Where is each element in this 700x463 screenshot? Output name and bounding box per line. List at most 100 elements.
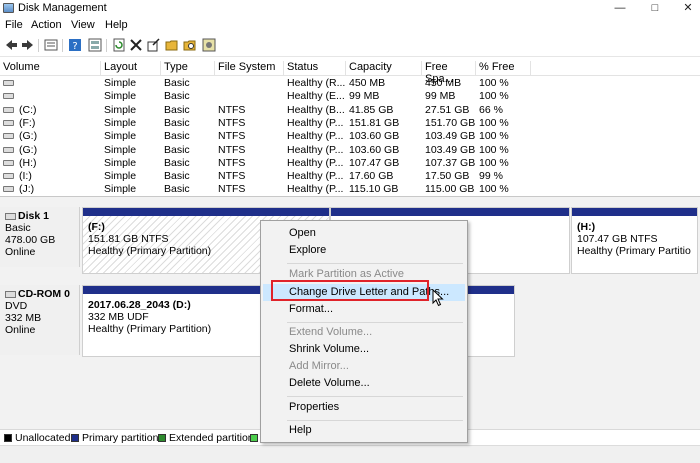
forward-icon[interactable] [20, 38, 35, 53]
menu-properties[interactable]: Properties [263, 399, 465, 416]
legend-extended: Extended partition [169, 432, 254, 444]
column-volume[interactable]: Volume [0, 61, 101, 76]
cell-free-space: 450 MB [425, 77, 462, 89]
cell-capacity: 151.81 GB [349, 116, 400, 129]
partition-h[interactable]: (H:) 107.47 GB NTFS Healthy (Primary Par… [571, 207, 698, 274]
cell-volume: (G:) [19, 143, 38, 156]
cell-status: Healthy (P... [287, 116, 344, 129]
disk-size: 332 MB [5, 312, 42, 324]
column-capacity[interactable]: Capacity [346, 61, 422, 76]
back-icon[interactable] [3, 38, 18, 53]
toolbar: ? [0, 35, 700, 57]
close-button[interactable]: ✕ [674, 0, 700, 17]
cell-capacity: 41.85 GB [349, 103, 394, 116]
legend-unallocated-swatch [4, 434, 12, 442]
legend-next-swatch [250, 434, 258, 442]
cell-layout: Simple [104, 143, 137, 156]
context-menu: Open Explore Mark Partition as Active Ch… [260, 220, 468, 443]
menu-delete-volume[interactable]: Delete Volume... [263, 375, 465, 392]
table-row[interactable]: (F:) Simple Basic NTFS Healthy (P... 151.81 G… [0, 117, 700, 130]
delete-icon[interactable] [128, 38, 143, 53]
search-icon[interactable] [182, 38, 197, 53]
disk-type: DVD [5, 300, 28, 312]
cell-type: Basic [164, 77, 190, 89]
refresh-icon[interactable] [111, 38, 126, 53]
app-icon [3, 3, 14, 13]
cell-layout: Simple [104, 77, 137, 89]
check-icon[interactable] [146, 38, 161, 53]
table-row[interactable]: (G:) Simple Basic NTFS Healthy (P... 103.60 G… [0, 130, 700, 143]
table-row[interactable]: (G:) Simple Basic NTFS Healthy (P... 103.60 G… [0, 144, 700, 157]
table-row[interactable]: Simple Basic Healthy (R... 450 MB 450 MB 100 … [0, 77, 700, 90]
menu-open[interactable]: Open [263, 225, 465, 242]
legend-extended-swatch [158, 434, 166, 442]
disk-1-label[interactable]: Disk 1 Basic 478.00 GB Online [0, 207, 80, 267]
list-icon[interactable] [43, 38, 58, 53]
properties-icon[interactable] [87, 38, 102, 53]
cdrom-icon [5, 290, 16, 298]
cell-percent-free: 100 % [479, 116, 509, 129]
cell-free-space: 103.49 GB [425, 130, 476, 143]
settings-icon[interactable] [201, 38, 216, 53]
cell-capacity: 103.60 GB [349, 143, 400, 156]
cell-file-system: NTFS [218, 103, 246, 116]
cell-type: Basic [164, 183, 190, 194]
column-status[interactable]: Status [284, 61, 346, 76]
cell-capacity: 17.60 GB [349, 170, 394, 183]
cell-type: Basic [164, 170, 190, 183]
help-icon[interactable]: ? [67, 38, 82, 53]
open-folder-icon[interactable] [164, 38, 179, 53]
column-percent-free[interactable]: % Free [476, 61, 531, 76]
cell-layout: Simple [104, 170, 137, 183]
menu-file[interactable]: File [5, 19, 23, 31]
column-free-space[interactable]: Free Spa... [422, 61, 476, 85]
column-header: Volume Layout Type File System Status Ca… [0, 60, 700, 85]
cell-status: Healthy (P... [287, 156, 344, 169]
menu-help-item[interactable]: Help [263, 422, 465, 439]
cdrom-0-label[interactable]: CD-ROM 0 DVD 332 MB Online [0, 285, 80, 355]
cell-capacity: 107.47 GB [349, 156, 400, 169]
menu-action[interactable]: Action [31, 19, 62, 31]
menu-bar: File Action View Help [0, 17, 700, 35]
table-row[interactable]: (I:) Simple Basic NTFS Healthy (P... 17.60 GB… [0, 170, 700, 183]
disk-icon [5, 212, 16, 220]
cell-capacity: 99 MB [349, 90, 380, 103]
table-row[interactable]: (H:) Simple Basic NTFS Healthy (P... 107.47 G… [0, 157, 700, 170]
cell-layout: Simple [104, 130, 137, 143]
cell-status: Healthy (B... [287, 103, 345, 116]
cell-file-system: NTFS [218, 183, 246, 194]
volume-icon [3, 159, 14, 166]
disk-status: Online [5, 246, 36, 258]
cell-layout: Simple [104, 183, 137, 194]
cell-status: Healthy (P... [287, 170, 344, 183]
cell-layout: Simple [104, 90, 137, 103]
cell-percent-free: 100 % [479, 77, 509, 89]
menu-add-mirror: Add Mirror... [289, 360, 349, 372]
disk-name: CD-ROM 0 [18, 288, 70, 300]
legend-unallocated: Unallocated [15, 432, 71, 444]
disk-size: 478.00 GB [5, 234, 56, 246]
menu-shrink-volume[interactable]: Shrink Volume... [263, 341, 465, 358]
cell-capacity: 450 MB [349, 77, 386, 89]
cell-volume: (H:) [19, 156, 37, 169]
volume-icon [3, 93, 14, 100]
menu-extend-volume: Extend Volume... [289, 326, 373, 338]
menu-explore[interactable]: Explore [263, 242, 465, 259]
cell-free-space: 99 MB [425, 90, 456, 103]
cell-file-system: NTFS [218, 156, 246, 169]
minimize-button[interactable]: — [606, 0, 634, 17]
column-file-system[interactable]: File System [215, 61, 284, 76]
cell-percent-free: 100 % [479, 143, 509, 156]
menu-help[interactable]: Help [105, 19, 128, 31]
cell-volume: (I:) [19, 170, 32, 183]
cell-file-system: NTFS [218, 130, 246, 143]
menu-view[interactable]: View [71, 19, 95, 31]
column-layout[interactable]: Layout [101, 61, 161, 76]
partition-status: Healthy (Primary Partitio [577, 245, 691, 257]
maximize-button[interactable]: □ [641, 0, 669, 17]
cell-percent-free: 100 % [479, 183, 509, 194]
column-type[interactable]: Type [161, 61, 215, 76]
table-row[interactable]: Simple Basic Healthy (E... 99 MB 99 MB 100 % [0, 90, 700, 103]
table-row[interactable]: (J:) Simple Basic NTFS Healthy (P... 115.10 G… [0, 183, 700, 194]
table-row[interactable]: (C:) Simple Basic NTFS Healthy (B... 41.85 GB… [0, 104, 700, 117]
